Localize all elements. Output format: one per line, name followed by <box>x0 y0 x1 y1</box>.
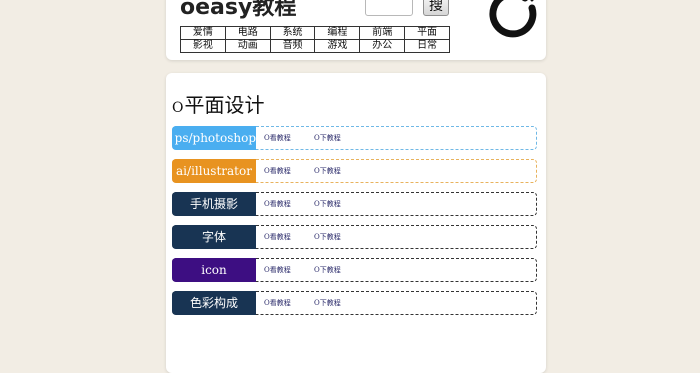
tutorial-tag[interactable]: 手机摄影 <box>172 192 256 216</box>
nav-item-frontend[interactable]: 前端 <box>359 26 406 40</box>
download-tutorial-link[interactable]: O下教程 <box>314 133 341 143</box>
nav-item-circuit[interactable]: 电路 <box>224 26 271 40</box>
search-input[interactable] <box>365 0 413 16</box>
download-tutorial-link[interactable]: O下教程 <box>314 232 341 242</box>
enso-circle-icon[interactable] <box>485 0 541 44</box>
watch-tutorial-link[interactable]: O看教程 <box>264 298 291 308</box>
category-nav: 爱情 电路 系统 编程 前端 平面 影视 动画 音频 游戏 办公 日常 <box>180 26 450 53</box>
watch-tutorial-link[interactable]: O看教程 <box>264 265 291 275</box>
watch-tutorial-link[interactable]: O看教程 <box>264 232 291 242</box>
nav-item-audio[interactable]: 音频 <box>269 39 316 53</box>
tutorial-tag[interactable]: icon <box>172 258 256 282</box>
nav-row: 爱情 电路 系统 编程 前端 平面 <box>180 26 450 40</box>
watch-tutorial-link[interactable]: O看教程 <box>264 166 291 176</box>
nav-item-graphic[interactable]: 平面 <box>404 26 450 40</box>
nav-item-film[interactable]: 影视 <box>180 39 226 53</box>
watch-tutorial-link[interactable]: O看教程 <box>264 133 291 143</box>
download-tutorial-link[interactable]: O下教程 <box>314 166 341 176</box>
nav-item-system[interactable]: 系统 <box>269 26 316 40</box>
section-title-text: 平面设计 <box>184 93 265 117</box>
section-title: O平面设计 <box>172 89 264 118</box>
tutorial-tag[interactable]: 字体 <box>172 225 256 249</box>
watch-tutorial-link[interactable]: O看教程 <box>264 199 291 209</box>
search-button[interactable]: 搜 <box>423 0 449 16</box>
download-tutorial-link[interactable]: O下教程 <box>314 199 341 209</box>
tutorial-row[interactable]: ai/illustrator O看教程 O下教程 <box>172 159 537 183</box>
download-tutorial-link[interactable]: O下教程 <box>314 265 341 275</box>
header-card: oeasy教程 搜 爱情 电路 系统 编程 前端 平面 影视 动画 音频 游戏 … <box>166 0 546 60</box>
tutorial-row[interactable]: 色彩构成 O看教程 O下教程 <box>172 291 537 315</box>
tutorial-row[interactable]: 手机摄影 O看教程 O下教程 <box>172 192 537 216</box>
download-tutorial-link[interactable]: O下教程 <box>314 298 341 308</box>
site-title[interactable]: oeasy教程 <box>180 0 296 21</box>
nav-item-daily[interactable]: 日常 <box>404 39 450 53</box>
nav-item-programming[interactable]: 编程 <box>314 26 361 40</box>
ring-icon: O <box>172 100 184 116</box>
nav-row: 影视 动画 音频 游戏 办公 日常 <box>180 39 450 53</box>
tutorial-tag[interactable]: ps/photoshop <box>172 126 256 150</box>
nav-item-office[interactable]: 办公 <box>359 39 406 53</box>
tutorial-row[interactable]: 字体 O看教程 O下教程 <box>172 225 537 249</box>
tutorial-row[interactable]: icon O看教程 O下教程 <box>172 258 537 282</box>
nav-item-love[interactable]: 爱情 <box>180 26 226 40</box>
tutorial-row[interactable]: ps/photoshop O看教程 O下教程 <box>172 126 537 150</box>
nav-item-animation[interactable]: 动画 <box>224 39 271 53</box>
content-card: O平面设计 ps/photoshop O看教程 O下教程 ai/illustrator… <box>166 73 546 373</box>
tutorial-tag[interactable]: 色彩构成 <box>172 291 256 315</box>
nav-item-games[interactable]: 游戏 <box>314 39 361 53</box>
tutorial-tag[interactable]: ai/illustrator <box>172 159 256 183</box>
